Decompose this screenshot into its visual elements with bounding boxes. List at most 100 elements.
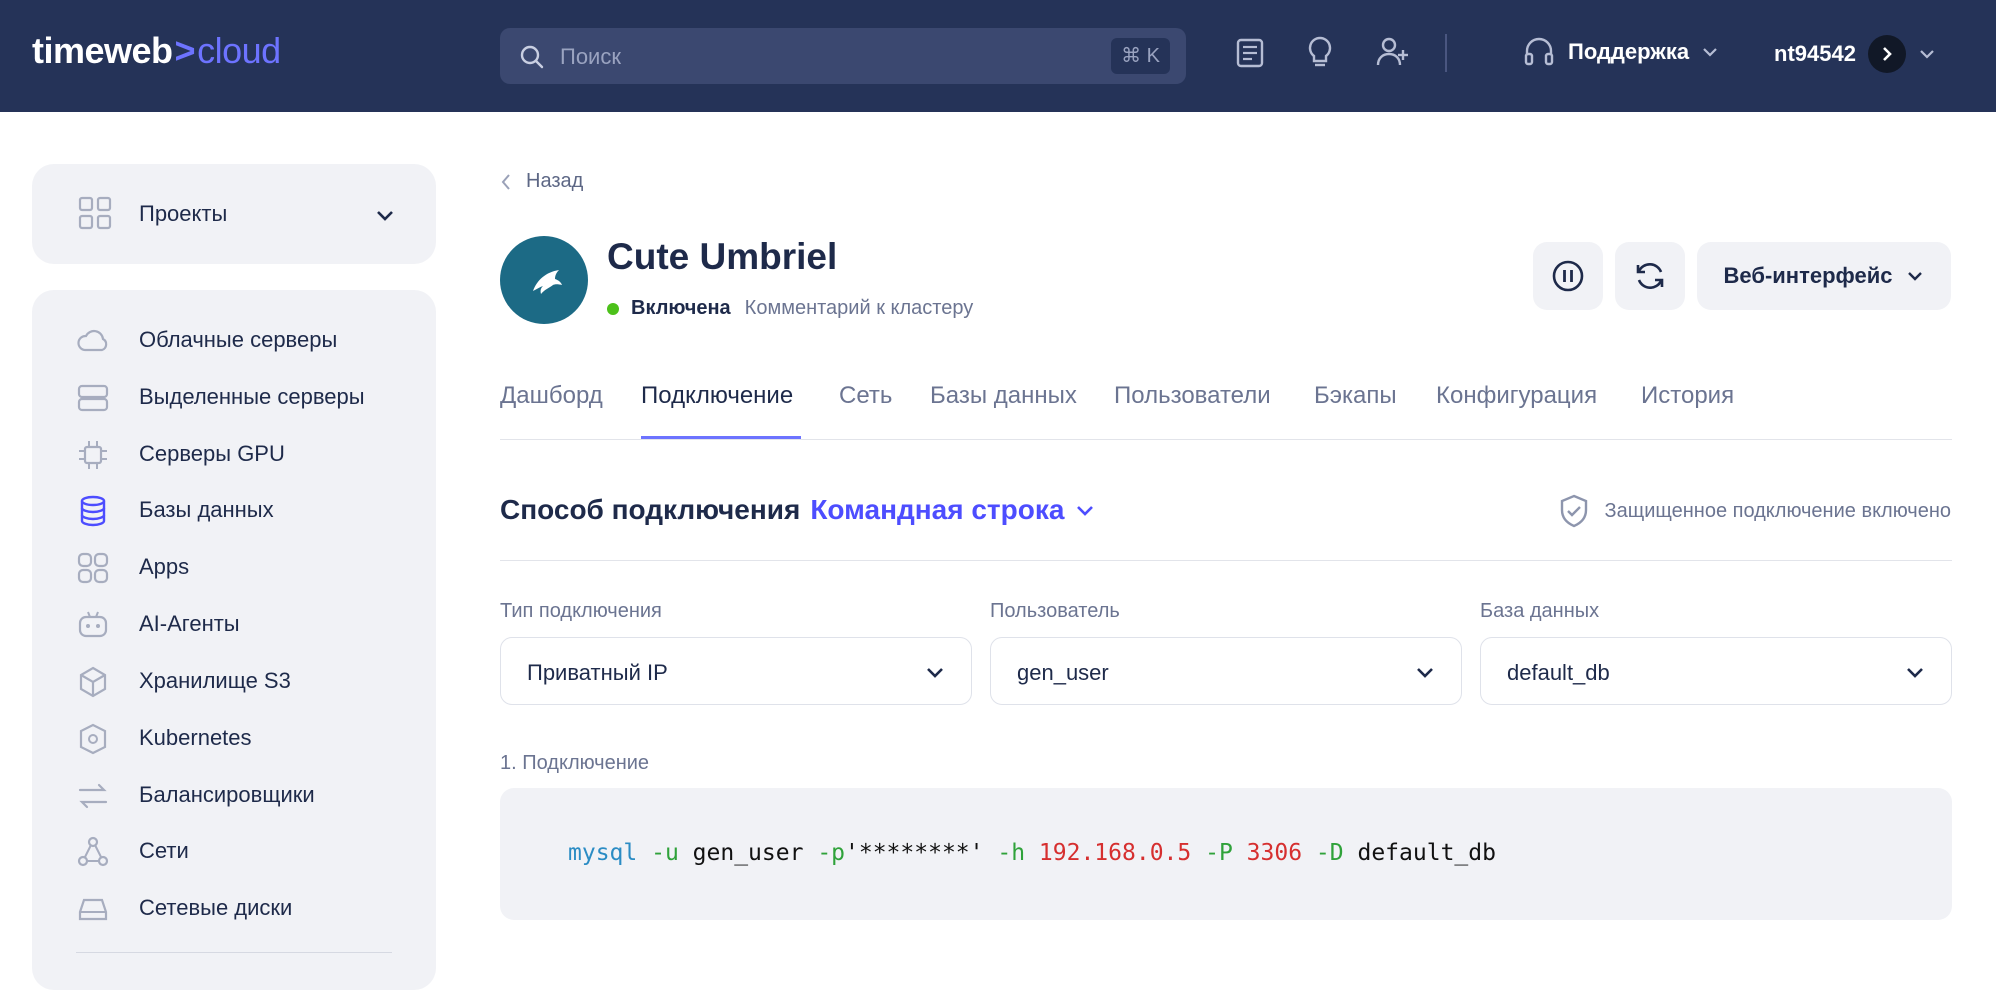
disk-icon [78,898,108,921]
tab-backups[interactable]: Бэкапы [1314,382,1397,410]
account-menu[interactable]: nt94542 [1774,34,1936,74]
sidebar-item-dedicated-servers[interactable]: Выделенные серверы [32,371,436,421]
balancer-icon [78,783,108,809]
projects-selector[interactable]: Проекты [32,164,436,264]
chevron-down-icon [1703,48,1717,57]
logo[interactable]: timeweb>cloud [32,30,281,72]
cloud-icon [77,329,108,352]
sidebar-item-apps[interactable]: Apps [32,541,436,591]
user-select[interactable]: gen_user [990,637,1462,705]
lightbulb-icon[interactable] [1302,34,1338,70]
sidebar-item-label: Базы данных [139,497,274,522]
connection-command: mysql -u gen_user -p'********' -h 192.16… [568,840,1496,866]
sidebar-item-label: Балансировщики [139,782,315,807]
add-user-icon[interactable] [1374,34,1410,70]
apps-icon [77,552,109,584]
sidebar-item-ai-agents[interactable]: AI-Агенты [32,598,436,648]
web-interface-button[interactable]: Веб-интерфейс [1697,242,1951,310]
dolphin-icon [533,270,562,294]
connection-type-value: Приватный IP [527,660,668,685]
back-link[interactable]: Назад [500,170,583,193]
cube-icon [79,666,107,698]
shield-check-icon [1560,494,1587,528]
sidebar-item-databases[interactable]: Базы данных [32,484,436,534]
restart-button[interactable] [1615,242,1685,310]
active-tab-indicator [641,436,801,439]
sidebar-item-label: Выделенные серверы [139,384,365,409]
sidebar-item-label: Kubernetes [139,725,252,750]
tab-connection[interactable]: Подключение [641,382,793,410]
robot-icon [78,611,108,638]
tab-configuration[interactable]: Конфигурация [1436,382,1597,410]
sidebar-item-cloud-servers[interactable]: Облачные серверы [32,314,436,364]
web-interface-label: Веб-интерфейс [1723,263,1893,288]
support-menu[interactable]: Поддержка [1522,32,1719,72]
headset-icon [1524,37,1554,66]
network-icon [77,836,109,867]
sidebar-item-network-disks[interactable]: Сетевые диски [32,882,436,932]
chevron-down-icon [927,668,943,678]
search-input[interactable]: Поиск ⌘ K [500,28,1186,84]
chevron-left-icon [501,173,510,190]
server-icon [77,384,109,412]
sidebar-item-balancers[interactable]: Балансировщики [32,769,436,819]
sidebar-item-kubernetes[interactable]: Kubernetes [32,712,436,762]
sidebar-item-networks[interactable]: Сети [32,825,436,875]
cluster-status: Включена Комментарий к кластеру [607,297,973,320]
secure-connection-status: Защищенное подключение включено [1559,494,1951,528]
chip-icon [79,441,107,469]
secure-connection-label: Защищенное подключение включено [1604,499,1951,522]
tab-history[interactable]: История [1641,382,1734,410]
news-icon[interactable] [1232,34,1268,70]
chevron-down-icon[interactable] [1074,499,1096,521]
chevron-down-icon [1907,668,1923,678]
back-label: Назад [526,170,584,192]
kubernetes-icon [79,723,107,755]
logo-arrow: > [174,30,196,71]
sidebar-nav: Облачные серверы Выделенные серверы Серв… [32,290,436,990]
tab-dashboard[interactable]: Дашборд [500,382,603,410]
sidebar-item-label: Apps [139,554,190,579]
search-icon [520,45,544,69]
status-dot [607,302,619,315]
projects-label: Проекты [139,201,228,226]
tab-users[interactable]: Пользователи [1114,382,1271,410]
tab-network[interactable]: Сеть [839,382,892,410]
connection-type-select[interactable]: Приватный IP [500,637,972,705]
chevron-down-icon [1920,50,1934,59]
sidebar-item-gpu-servers[interactable]: Серверы GPU [32,428,436,478]
account-name: nt94542 [1774,41,1856,66]
connection-command-block[interactable]: mysql -u gen_user -p'********' -h 192.16… [500,788,1952,920]
chevron-down-icon [1908,272,1923,281]
refresh-icon [1636,262,1664,290]
database-icon [80,495,106,527]
connection-method-dropdown[interactable]: Командная строка [810,494,1064,526]
database-value: default_db [1507,660,1610,685]
chevron-down-icon [1417,668,1433,678]
chevron-down-icon [377,211,393,221]
sidebar-item-label: Хранилище S3 [139,668,291,693]
top-bar: timeweb>cloud Поиск ⌘ K Поддержка nt9454… [0,0,1996,112]
cluster-avatar [500,236,588,324]
section-divider [500,560,1952,561]
tab-databases[interactable]: Базы данных [930,382,1077,410]
user-value: gen_user [1017,660,1109,685]
tab-bar: Дашборд Подключение Сеть Базы данных Пол… [500,370,1952,440]
sidebar-item-s3-storage[interactable]: Хранилище S3 [32,655,436,705]
database-select[interactable]: default_db [1480,637,1952,705]
account-arrow-icon [1867,35,1906,73]
sidebar-item-label: Сетевые диски [139,895,293,920]
search-shortcut: ⌘ K [1111,38,1170,74]
logo-accent: cloud [197,30,281,71]
sidebar-item-label: AI-Агенты [139,611,240,636]
cluster-comment-link[interactable]: Комментарий к кластеру [745,297,974,320]
connection-method: Способ подключения Командная строка [500,494,1096,526]
search-placeholder: Поиск [560,44,621,69]
sidebar-divider [76,952,392,953]
user-label: Пользователь [990,600,1120,622]
sidebar-item-label: Облачные серверы [139,327,338,352]
pause-button[interactable] [1533,242,1603,310]
status-label: Включена [631,297,731,319]
support-label: Поддержка [1568,39,1690,64]
cluster-title: Cute Umbriel [607,236,838,277]
